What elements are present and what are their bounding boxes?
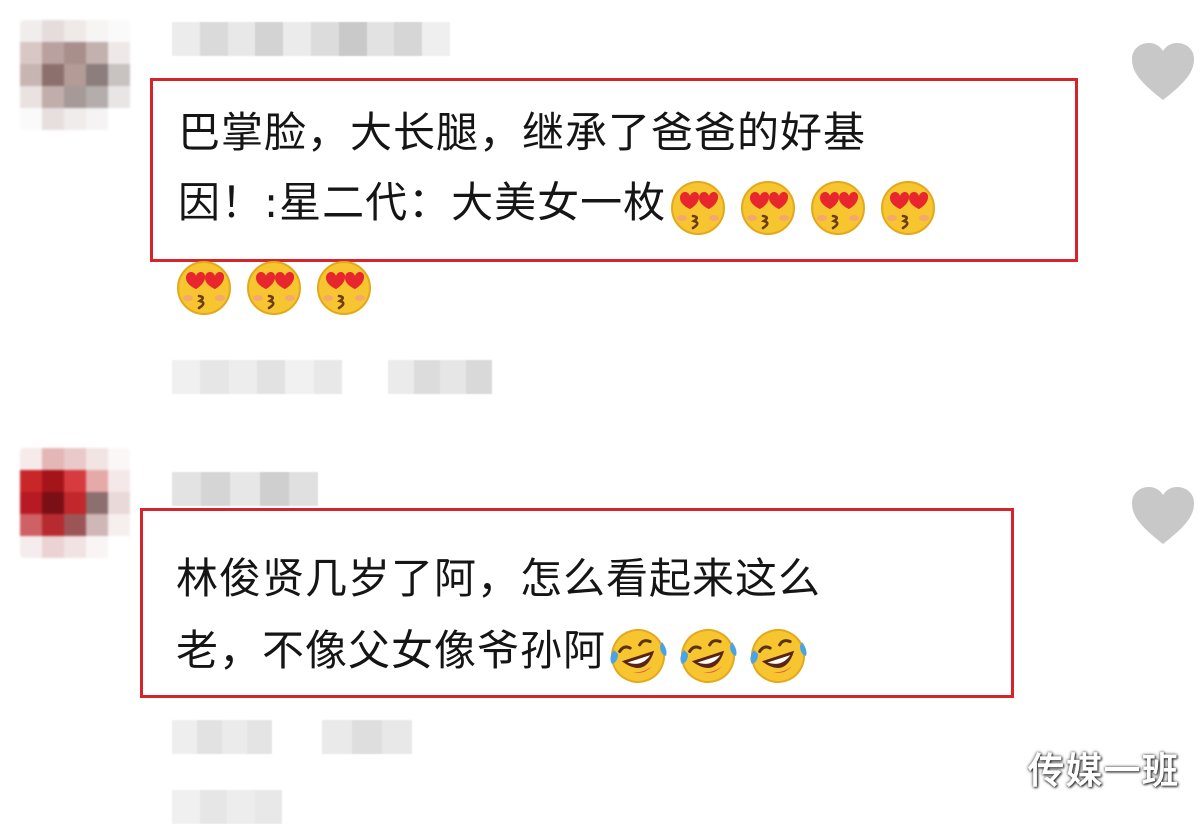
watermark: 传媒一班 — [1027, 751, 1180, 792]
laugh-cry-emoji — [676, 624, 740, 684]
laugh-cry-emoji — [606, 624, 670, 684]
heart-eyes-emoji — [172, 256, 236, 316]
comment-2: 林俊贤几岁了阿，怎么看起来这么 老，不像父女像爷孙阿 — [0, 430, 1200, 824]
heart-eyes-emoji — [736, 176, 800, 236]
heart-eyes-emoji — [242, 256, 306, 316]
heart-eyes-emoji — [876, 176, 940, 236]
avatar-blurred[interactable] — [20, 448, 130, 558]
comment-text: 老，不像父女像爷孙阿 — [176, 626, 607, 675]
comment-text-line-1: 巴掌脸，大长腿，继承了爸爸的好基 — [178, 108, 867, 157]
username-blurred[interactable] — [172, 22, 450, 56]
reply-button-blurred[interactable] — [388, 360, 492, 394]
like-heart-icon[interactable] — [1130, 486, 1196, 546]
comment-text-line-2: 因！:星二代：大美女一枚 — [178, 174, 946, 236]
comment-text: 因！:星二代：大美女一枚 — [178, 178, 667, 227]
username-blurred[interactable] — [172, 472, 318, 506]
more-blurred — [172, 790, 282, 824]
avatar-blurred[interactable] — [20, 20, 130, 130]
comment-text-line-2: 老，不像父女像爷孙阿 — [176, 622, 816, 684]
comment-1: 巴掌脸，大长腿，继承了爸爸的好基 因！:星二代：大美女一枚 — [0, 0, 1200, 430]
reply-button-blurred[interactable] — [322, 720, 412, 754]
heart-eyes-emoji — [312, 256, 376, 316]
heart-eyes-emoji — [666, 176, 730, 236]
like-heart-icon[interactable] — [1130, 42, 1196, 102]
comment-text-line-1: 林俊贤几岁了阿，怎么看起来这么 — [176, 554, 822, 603]
laugh-cry-emoji — [746, 624, 810, 684]
timestamp-blurred — [172, 360, 342, 394]
emoji-row — [172, 254, 382, 316]
timestamp-blurred — [172, 720, 272, 754]
heart-eyes-emoji — [806, 176, 870, 236]
